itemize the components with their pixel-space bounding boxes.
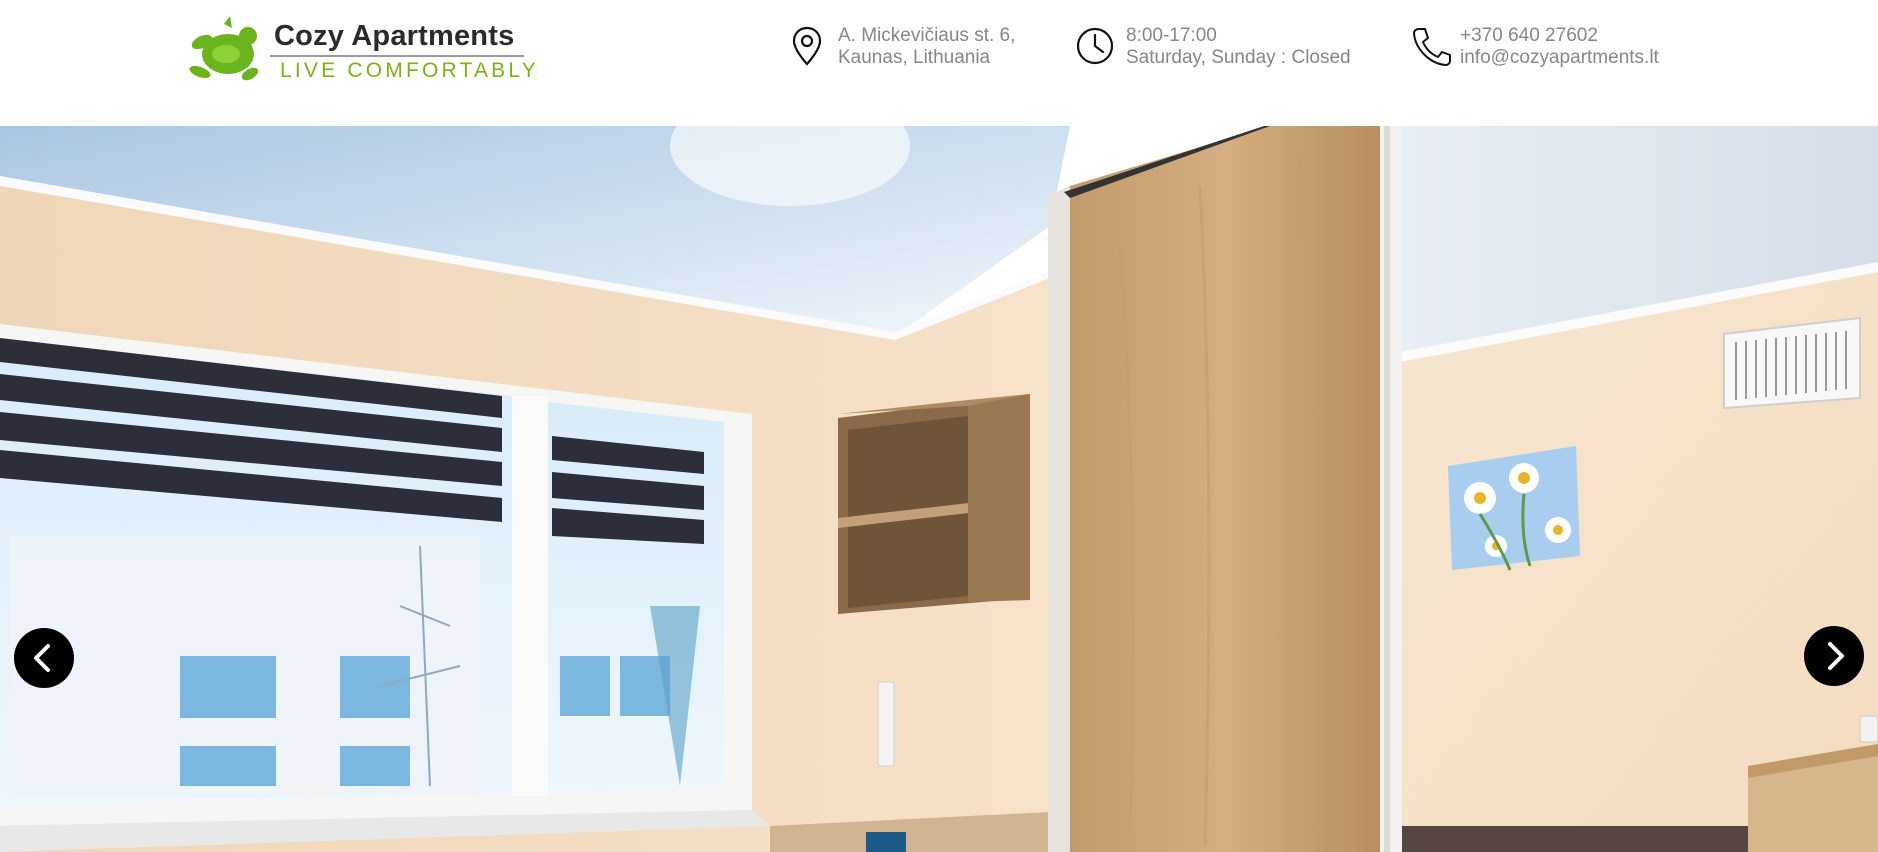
hours-weekdays: 8:00-17:00 [1126,25,1217,46]
address-line-2: Kaunas, Lithuania [838,47,991,68]
slider-prev-button[interactable] [14,628,74,688]
chevron-left-icon [34,644,50,672]
brand-logo[interactable]: Cozy Apartments LIVE COMFORTABLY [186,14,536,88]
chevron-right-icon [1828,642,1844,670]
contact-info: +370 640 27602 info@cozyapartments.lt [1410,24,1680,74]
clock-icon [1076,27,1114,65]
site-header: Cozy Apartments LIVE COMFORTABLY A. Mick… [0,0,1878,126]
logo-divider [270,55,524,57]
brand-tagline: LIVE COMFORTABLY [280,59,539,82]
opening-hours-info: 8:00-17:00 Saturday, Sunday : Closed [1076,24,1366,74]
hours-weekend: Saturday, Sunday : Closed [1126,47,1351,68]
email-link[interactable]: info@cozyapartments.lt [1460,47,1659,69]
slider-next-button[interactable] [1804,626,1864,686]
brand-name: Cozy Apartments [274,20,515,52]
turtle-logo-icon [189,16,259,81]
address-line-1: A. Mickevičiaus st. 6, [838,25,1016,46]
address-info: A. Mickevičiaus st. 6, Kaunas, Lithuania [788,24,1028,74]
hero-slider [0,126,1878,852]
phone-icon [1413,28,1451,66]
phone-number-link[interactable]: +370 640 27602 [1460,25,1659,47]
map-pin-icon [792,26,822,66]
hero-slide-image [0,126,1878,852]
